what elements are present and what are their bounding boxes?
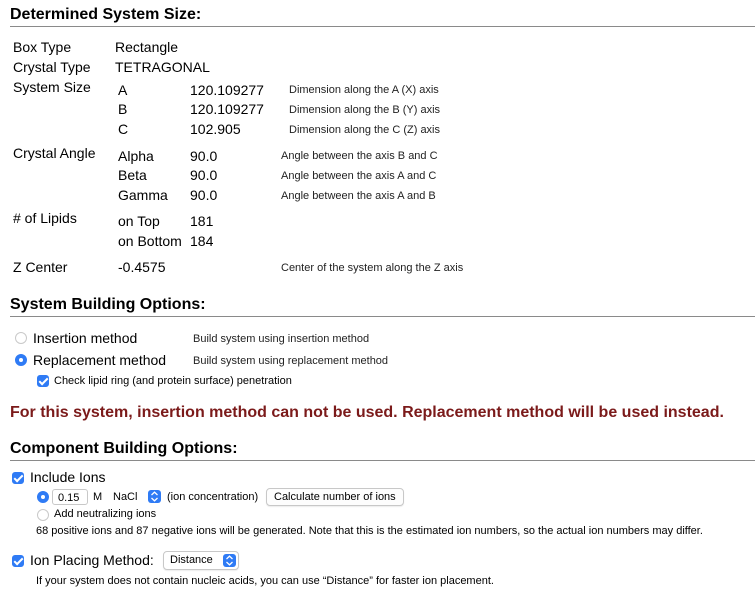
section-divider bbox=[10, 460, 755, 461]
ion-placing-note: If your system does not contain nucleic … bbox=[36, 575, 494, 587]
ion-placing-value: Distance bbox=[170, 554, 213, 566]
angle-name-beta: Beta bbox=[118, 167, 147, 183]
angle-value-alpha: 90.0 bbox=[190, 148, 218, 164]
angle-desc-alpha: Angle between the axis B and C bbox=[281, 150, 438, 162]
zcenter-desc: Center of the system along the Z axis bbox=[281, 262, 464, 274]
method-warning: For this system, insertion method can no… bbox=[10, 404, 724, 421]
lipid-name-top: on Top bbox=[118, 213, 160, 229]
select-arrow-icon bbox=[223, 554, 236, 567]
size-desc-a: Dimension along the A (X) axis bbox=[289, 84, 439, 96]
crystal-angle-label: Crystal Angle bbox=[13, 145, 96, 161]
building-options-title: System Building Options: bbox=[10, 296, 206, 313]
insertion-desc: Build system using insertion method bbox=[193, 333, 370, 345]
size-value-b: 120.109277 bbox=[190, 101, 264, 117]
size-desc-c: Dimension along the C (Z) axis bbox=[289, 124, 441, 136]
section-divider bbox=[10, 316, 755, 317]
box-type-value: Rectangle bbox=[115, 39, 179, 55]
ion-concentration-label: (ion concentration) bbox=[167, 491, 259, 503]
ion-placing-checkbox[interactable] bbox=[12, 555, 24, 567]
select-arrow-icon bbox=[148, 490, 161, 503]
penetration-label[interactable]: Check lipid ring (and protein surface) p… bbox=[54, 375, 292, 387]
angle-name-gamma: Gamma bbox=[118, 187, 168, 203]
insertion-label[interactable]: Insertion method bbox=[33, 330, 137, 346]
size-axis-c: C bbox=[118, 121, 129, 137]
replacement-radio[interactable] bbox=[15, 354, 27, 366]
concentration-radio[interactable] bbox=[37, 491, 49, 503]
concentration-unit: M bbox=[93, 491, 103, 503]
lipid-value-bottom: 184 bbox=[190, 233, 214, 249]
neutralizing-label[interactable]: Add neutralizing ions bbox=[54, 508, 156, 520]
ion-type-value: NaCl bbox=[113, 491, 138, 503]
system-size-label: System Size bbox=[13, 79, 91, 95]
angle-value-gamma: 90.0 bbox=[190, 187, 218, 203]
calculate-ions-button[interactable]: Calculate number of ions bbox=[266, 488, 404, 506]
angle-value-beta: 90.0 bbox=[190, 167, 218, 183]
size-desc-b: Dimension along the B (Y) axis bbox=[289, 104, 441, 116]
component-options-title: Component Building Options: bbox=[10, 440, 238, 457]
box-type-label: Box Type bbox=[13, 39, 72, 55]
crystal-type-label: Crystal Type bbox=[13, 59, 91, 75]
size-value-c: 102.905 bbox=[190, 121, 241, 137]
section-divider bbox=[10, 26, 755, 27]
include-ions-checkbox[interactable] bbox=[12, 472, 24, 484]
lipids-label: # of Lipids bbox=[13, 210, 77, 226]
concentration-input[interactable]: 0.15 bbox=[52, 489, 88, 505]
zcenter-value: -0.4575 bbox=[118, 259, 166, 275]
ion-placing-label[interactable]: Ion Placing Method: bbox=[30, 552, 154, 568]
crystal-type-value: TETRAGONAL bbox=[115, 59, 210, 75]
determined-size-title: Determined System Size: bbox=[10, 6, 202, 23]
replacement-label[interactable]: Replacement method bbox=[33, 352, 166, 368]
ion-placing-select[interactable]: Distance bbox=[163, 551, 239, 570]
size-value-a: 120.109277 bbox=[190, 82, 264, 98]
insertion-radio[interactable] bbox=[15, 332, 27, 344]
angle-name-alpha: Alpha bbox=[118, 148, 154, 164]
ion-estimate-note: 68 positive ions and 87 negative ions wi… bbox=[36, 525, 703, 537]
size-axis-b: B bbox=[118, 101, 128, 117]
penetration-checkbox[interactable] bbox=[37, 375, 49, 387]
angle-desc-gamma: Angle between the axis A and B bbox=[281, 190, 436, 202]
neutralizing-radio[interactable] bbox=[37, 509, 49, 521]
lipid-value-top: 181 bbox=[190, 213, 214, 229]
size-axis-a: A bbox=[118, 82, 128, 98]
zcenter-label: Z Center bbox=[13, 259, 68, 275]
replacement-desc: Build system using replacement method bbox=[193, 355, 389, 367]
ion-type-select[interactable]: NaCl bbox=[113, 489, 161, 505]
angle-desc-beta: Angle between the axis A and C bbox=[281, 170, 437, 182]
lipid-name-bottom: on Bottom bbox=[118, 233, 182, 249]
include-ions-label[interactable]: Include Ions bbox=[30, 469, 106, 485]
